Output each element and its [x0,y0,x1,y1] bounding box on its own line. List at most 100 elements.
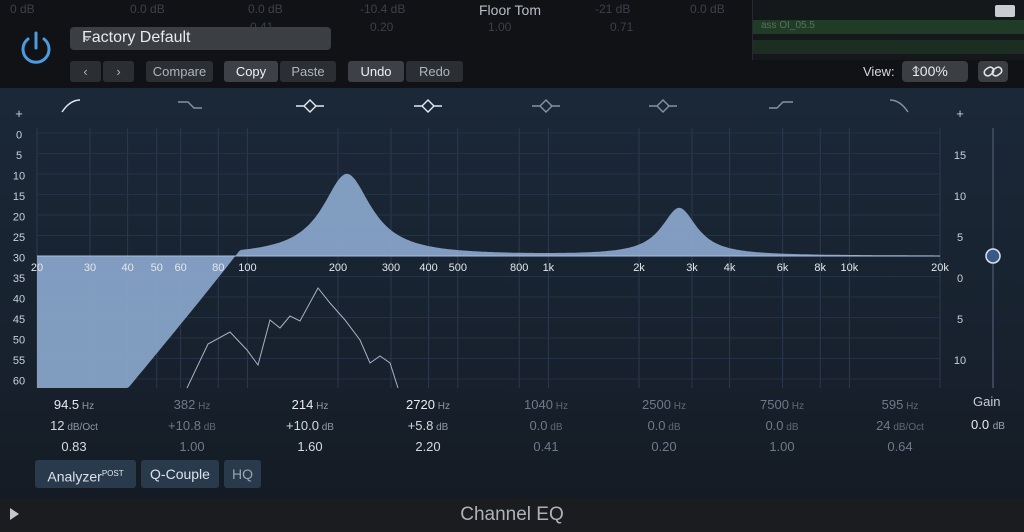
analyzer-scale-label: 15 [13,191,25,203]
frequency-tick-label: 40 [121,262,133,274]
host-track[interactable]: ass OI_05.5 [753,20,1024,34]
gain-scale-label: 10 [954,355,966,367]
band-frequency-number: 94.5 [53,397,80,412]
analyzer-label: Analyzer [47,468,102,485]
band-q[interactable]: 0.64 [845,439,955,454]
gain-slider-knob[interactable] [985,248,1001,264]
host-track[interactable] [753,40,1024,54]
host-value: -10.4 dB [360,2,406,16]
frequency-tick-label: 60 [174,262,186,274]
high-cut-icon[interactable] [889,99,909,113]
analyzer-scale-label: + [15,106,23,121]
plugin-footer: Channel EQ [0,498,1024,532]
host-value: 0.0 dB [248,2,283,16]
play-icon[interactable] [10,508,19,520]
bell-icon[interactable] [414,99,442,113]
bell-icon[interactable] [296,99,324,113]
zoom-menu[interactable]: 100% ◇ [902,61,968,82]
frequency-tick-label: 50 [151,262,163,274]
output-gain-value[interactable]: 0.0 dB [971,417,1005,432]
frequency-tick-label: 30 [84,262,96,274]
power-button[interactable] [16,28,56,68]
band-3-values[interactable]: 214 Hz +10.0 dB 1.60 [255,397,365,454]
low-shelf-icon[interactable] [178,101,202,109]
high-shelf-icon[interactable] [769,101,793,109]
frequency-tick-label: 4k [724,262,736,274]
frequency-tick-label: 400 [419,262,437,274]
paste-button[interactable]: Paste [280,61,336,82]
low-cut-icon[interactable] [61,99,81,113]
hq-button[interactable]: HQ [224,460,261,488]
band-7-values[interactable]: 7500 Hz 0.0 dB 1.00 [727,397,837,454]
band-frequency-number: 382 [173,397,196,412]
redo-button[interactable]: Redo [406,61,463,82]
band-frequency[interactable]: 382 Hz [137,397,247,412]
band-frequency[interactable]: 214 Hz [255,397,365,412]
band-gain[interactable]: +5.8 dB [373,418,483,433]
band-q[interactable]: 1.00 [727,439,837,454]
band-frequency[interactable]: 2500 Hz [609,397,719,412]
band-8-values[interactable]: 595 Hz 24 dB/Oct 0.64 [845,397,955,454]
band-q[interactable]: 0.41 [491,439,601,454]
band-gain[interactable]: 24 dB/Oct [845,418,955,433]
link-icon [983,66,1003,77]
chevron-updown-icon: ◇ [912,64,920,75]
analyzer-scale-label: 45 [13,314,25,326]
analyzer-scale-label: 40 [13,294,25,306]
band-q[interactable]: 1.60 [255,439,365,454]
frequency-tick-label: 20k [931,262,949,274]
band-gain[interactable]: 12 dB/Oct [19,418,129,433]
frequency-tick-label: 80 [212,262,224,274]
preset-menu[interactable]: Factory Default ⌄ [70,27,331,50]
q-couple-button[interactable]: Q-Couple [141,460,219,488]
band-frequency-unit: Hz [552,401,568,412]
gain-scale-label: 5 [957,314,963,326]
analyzer-button[interactable]: AnalyzerPOST [35,460,136,488]
undo-button[interactable]: Undo [348,61,404,82]
band-frequency-unit: Hz [434,401,450,412]
band-q-number: 0.20 [651,439,677,454]
analyzer-scale-label: 55 [13,355,25,367]
link-button[interactable] [978,61,1008,82]
host-value: 1.00 [488,20,512,34]
band-gain[interactable]: 0.0 dB [609,418,719,433]
compare-button[interactable]: Compare [146,61,213,82]
band-frequency[interactable]: 2720 Hz [373,397,483,412]
frequency-tick-label: 10k [841,262,859,274]
gain-scale-label: 0 [957,273,963,285]
copy-button[interactable]: Copy [224,61,278,82]
bell-icon[interactable] [532,99,560,113]
output-gain-label: Gain [973,394,1001,409]
band-1-values[interactable]: 94.5 Hz 12 dB/Oct 0.83 [19,397,129,454]
band-2-values[interactable]: 382 Hz +10.8 dB 1.00 [137,397,247,454]
band-q[interactable]: 2.20 [373,439,483,454]
host-value: -21 dB [595,2,631,16]
power-icon [21,31,51,64]
band-frequency-number: 2720 [406,397,435,412]
eq-graph[interactable]: 20 30 40 50 60 80 100 200 300 400 500 800 1k 2k 3k 4k 6k… [0,88,1024,393]
band-frequency[interactable]: 1040 Hz [491,397,601,412]
band-q[interactable]: 0.83 [19,439,129,454]
band-frequency[interactable]: 94.5 Hz [19,397,129,412]
band-gain[interactable]: 0.0 dB [491,418,601,433]
band-gain[interactable]: +10.8 dB [137,418,247,433]
band-gain-unit: dB [433,422,449,433]
band-6-values[interactable]: 2500 Hz 0.0 dB 0.20 [609,397,719,454]
band-q[interactable]: 1.00 [137,439,247,454]
band-q[interactable]: 0.20 [609,439,719,454]
band-frequency[interactable]: 595 Hz [845,397,955,412]
next-preset-button[interactable]: › [103,61,134,82]
band-gain-number: +10.0 [286,418,319,433]
band-frequency[interactable]: 7500 Hz [727,397,837,412]
band-gain[interactable]: +10.0 dB [255,418,365,433]
bell-icon[interactable] [649,99,677,113]
analyzer-scale-label: 60 [13,376,25,388]
band-gain[interactable]: 0.0 dB [727,418,837,433]
band-4-values[interactable]: 2720 Hz +5.8 dB 2.20 [373,397,483,454]
fullscreen-icon[interactable] [995,5,1015,17]
previous-preset-button[interactable]: ‹ [70,61,101,82]
band-frequency-unit: Hz [670,401,686,412]
band-gain-number: +5.8 [407,418,434,433]
band-5-values[interactable]: 1040 Hz 0.0 dB 0.41 [491,397,601,454]
chevron-left-icon: ‹ [83,64,88,79]
